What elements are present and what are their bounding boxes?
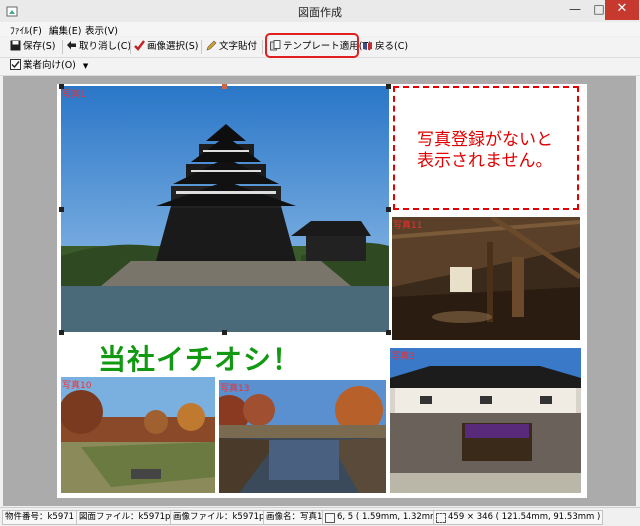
book-back-icon (363, 42, 372, 50)
close-button[interactable]: ✕ (605, 0, 639, 20)
back-button[interactable]: 戻る(C) (362, 39, 408, 55)
photo-1-label: 写真1 (62, 90, 86, 100)
photo-10[interactable]: 写真10 (61, 377, 215, 493)
menu-file[interactable]: ﾌｧｲﾙ(F) (10, 23, 42, 37)
photo-10-label: 写真10 (62, 381, 92, 391)
park-photo-image (61, 377, 215, 493)
castle-gate-photo-image (390, 348, 581, 493)
attic-photo-image (392, 217, 580, 340)
save-button[interactable]: 保存(S) (10, 39, 55, 55)
photo-13-label: 写真13 (220, 384, 250, 394)
size-icon (436, 513, 446, 523)
photo-11[interactable]: 写真11 (392, 217, 580, 340)
save-label: 保存(S) (23, 41, 56, 52)
pencil-icon (206, 40, 217, 51)
minimize-button[interactable]: — (564, 0, 586, 20)
back-label: 戻る(C) (375, 41, 409, 52)
paste-text-label: 文字貼付 (219, 41, 258, 52)
secondary-toolbar: 業者向け(O) ▼ (0, 58, 640, 76)
status-position-value: 6, 5 ( 1.59mm, 1.32mm ) (337, 512, 445, 522)
template-button-highlight (265, 33, 359, 58)
status-image-name: 画像名：写真1 (263, 510, 326, 525)
no-photo-notice: 写真登録がないと 表示されません。 (393, 86, 579, 210)
slogan-text: 当社イチオシ！ (98, 343, 302, 376)
status-size: 459 × 346 ( 121.54mm, 91.53mm ) (433, 510, 604, 525)
checkbox-icon (10, 59, 21, 70)
status-bar: 物件番号：k5971 図面ファイル：k5971p3.txt 画像ファイル：k59… (0, 507, 640, 526)
select-image-button[interactable]: 画像選択(S) (134, 39, 198, 55)
menu-edit[interactable]: 編集(E) (49, 23, 81, 37)
status-position: 6, 5 ( 1.59mm, 1.32mm ) (322, 510, 448, 525)
checkmark-icon (134, 40, 145, 51)
photo-13[interactable]: 写真13 (219, 380, 386, 493)
audience-dropdown[interactable]: 業者向け(O) ▼ (10, 58, 88, 74)
paste-text-button[interactable]: 文字貼付 (206, 39, 257, 55)
select-image-label: 画像選択(S) (147, 41, 199, 52)
undo-label: 取り消し(C) (79, 41, 132, 52)
title-bar: 図面作成 — □ ✕ (0, 0, 640, 23)
menu-view[interactable]: 表示(V) (85, 23, 118, 37)
status-size-value: 459 × 346 ( 121.54mm, 91.53mm ) (448, 512, 601, 522)
status-property-number: 物件番号：k5971 (2, 510, 78, 525)
notice-line-1: 写真登録がないと (417, 130, 553, 150)
undo-button[interactable]: 取り消し(C) (66, 39, 131, 55)
moat-photo-image (219, 380, 386, 493)
chevron-down-icon: ▼ (82, 62, 89, 70)
photo-11-label: 写真11 (393, 221, 423, 231)
undo-arrow-icon (67, 41, 76, 50)
notice-line-2: 表示されません。 (417, 151, 553, 171)
window-title: 図面作成 (298, 6, 342, 19)
photo-1[interactable]: 写真1 (61, 86, 389, 332)
position-icon (325, 513, 335, 523)
floppy-disk-icon (10, 40, 21, 51)
photo-3-label: 写真3 (391, 352, 415, 362)
photo-3[interactable]: 写真3 (390, 348, 581, 493)
castle-photo-image (61, 86, 389, 332)
audience-label: 業者向け(O) (23, 60, 76, 71)
